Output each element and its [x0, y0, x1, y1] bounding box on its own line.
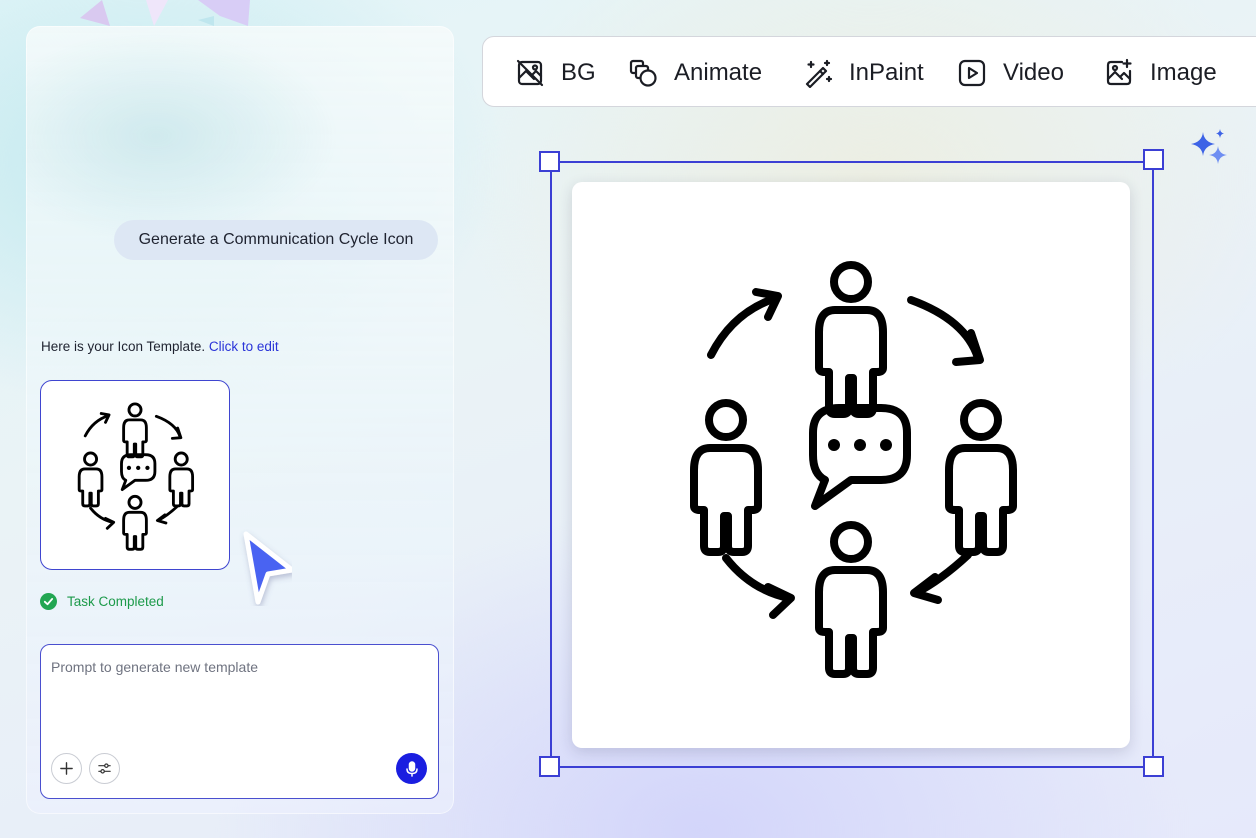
sparkle-icon	[1191, 129, 1227, 164]
user-message-bubble: Generate a Communication Cycle Icon	[114, 220, 438, 260]
animate-tool-label: Animate	[674, 58, 763, 86]
resize-handle-bottom-left[interactable]	[539, 756, 560, 777]
microphone-button[interactable]	[396, 753, 427, 784]
resize-handle-bottom-right[interactable]	[1143, 756, 1164, 777]
status-text: Task Completed	[67, 594, 164, 609]
reply-text: Here is your Icon Template.	[41, 339, 206, 354]
chat-panel: Generate a Communication Cycle Icon Here…	[26, 26, 454, 814]
task-status: Task Completed	[40, 593, 164, 610]
microphone-icon	[405, 760, 418, 777]
prompt-box	[40, 644, 439, 799]
click-to-edit-link[interactable]: Click to edit	[209, 339, 279, 354]
plus-icon	[60, 762, 73, 775]
magic-wand-icon	[805, 59, 833, 88]
image-tool-label: Image	[1150, 58, 1217, 86]
icon-template-thumbnail[interactable]	[40, 380, 230, 570]
video-tool-button[interactable]: Video	[957, 37, 1064, 108]
assistant-reply: Here is your Icon Template. Click to edi…	[41, 339, 279, 354]
communication-cycle-icon	[60, 395, 210, 555]
prompt-input[interactable]	[51, 659, 427, 739]
editor-toolbar: BG Animate InPaint Video Image	[482, 36, 1256, 107]
check-circle-icon	[40, 593, 57, 610]
bg-tool-label: BG	[561, 58, 596, 86]
resize-handle-top-left[interactable]	[539, 151, 560, 172]
sliders-icon	[98, 763, 111, 774]
animate-shapes-icon	[629, 59, 657, 87]
decorative-shapes	[80, 0, 260, 26]
remove-background-icon	[516, 59, 544, 86]
inpaint-tool-button[interactable]: InPaint	[803, 37, 924, 108]
image-tool-button[interactable]: Image	[1104, 37, 1217, 108]
settings-button[interactable]	[89, 753, 120, 784]
bg-tool-button[interactable]: BG	[515, 37, 596, 108]
add-image-icon	[1106, 58, 1132, 85]
video-play-icon	[958, 59, 986, 86]
animate-tool-button[interactable]: Animate	[628, 37, 762, 108]
add-button[interactable]	[51, 753, 82, 784]
canvas-artboard[interactable]	[572, 182, 1130, 748]
communication-cycle-icon	[641, 240, 1061, 690]
video-tool-label: Video	[1003, 58, 1064, 86]
cursor-pointer-icon	[243, 531, 292, 605]
inpaint-tool-label: InPaint	[849, 58, 924, 86]
resize-handle-top-right[interactable]	[1143, 149, 1164, 170]
